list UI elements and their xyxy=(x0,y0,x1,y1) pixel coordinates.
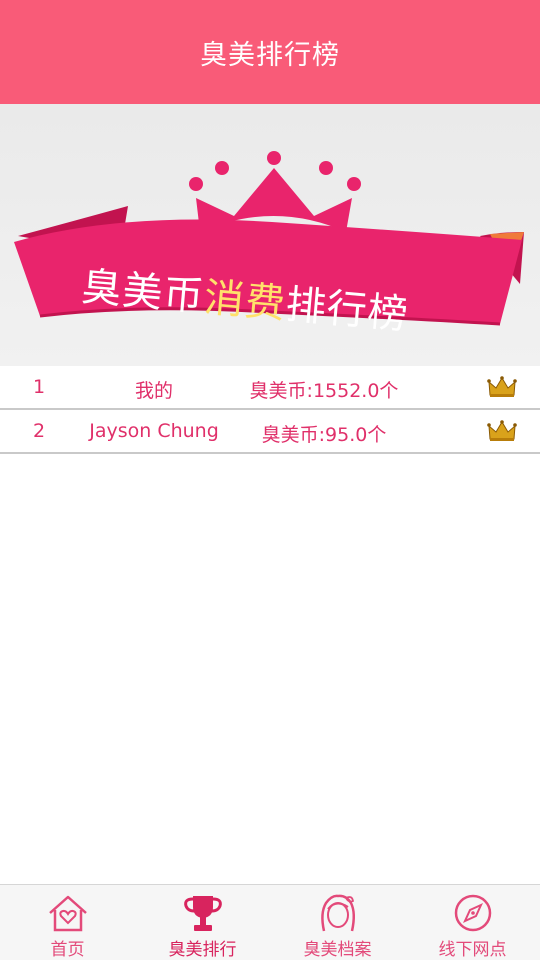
banner-title-prefix: 臭美币 xyxy=(79,264,207,321)
tab-ranking[interactable]: 臭美排行 xyxy=(135,885,270,960)
page-title: 臭美排行榜 xyxy=(200,39,340,71)
compass-icon xyxy=(454,894,491,932)
rank-coin-amount: 臭美币:95.0个 xyxy=(261,424,387,446)
tab-stores-label: 线下网点 xyxy=(438,940,507,960)
ranking-row[interactable]: 2 Jayson Chung 臭美币:95.0个 xyxy=(0,410,540,454)
banner-title-suffix: 排行榜 xyxy=(283,281,411,339)
crown-icon xyxy=(487,376,517,397)
ranking-list: 1 我的 臭美币:1552.0个 2 Jayson Chung 臭美币:95.0… xyxy=(0,366,540,454)
tab-home[interactable]: 首页 xyxy=(0,885,135,960)
tab-stores[interactable]: 线下网点 xyxy=(405,885,540,960)
rank-coin-amount: 臭美币:1552.0个 xyxy=(249,380,399,402)
ranking-banner: 臭美币消费排行榜 xyxy=(0,104,540,366)
app-screen: 臭美排行榜 臭美币消费排行榜 1 我的 臭美币:1552.0个 2 Jayson… xyxy=(0,0,540,960)
rank-user-name: Jayson Chung xyxy=(89,420,219,442)
girl-face-icon xyxy=(320,894,355,932)
top-bar: 臭美排行榜 xyxy=(0,0,540,104)
tab-profile[interactable]: 臭美档案 xyxy=(270,885,405,960)
home-heart-icon xyxy=(48,895,87,932)
rank-number: 2 xyxy=(33,420,46,442)
tab-ranking-label: 臭美排行 xyxy=(168,940,237,960)
banner-title-highlight: 消费 xyxy=(202,274,288,328)
rank-user-name: 我的 xyxy=(134,380,173,402)
crown-icon xyxy=(487,420,517,441)
tab-home-label: 首页 xyxy=(50,940,85,960)
tab-profile-label: 臭美档案 xyxy=(303,940,372,960)
bottom-tab-bar: 首页 臭美排行 臭美档案 线下网点 xyxy=(0,884,540,960)
rank-number: 1 xyxy=(33,376,46,398)
ranking-row[interactable]: 1 我的 臭美币:1552.0个 xyxy=(0,366,540,410)
trophy-icon xyxy=(183,896,222,931)
